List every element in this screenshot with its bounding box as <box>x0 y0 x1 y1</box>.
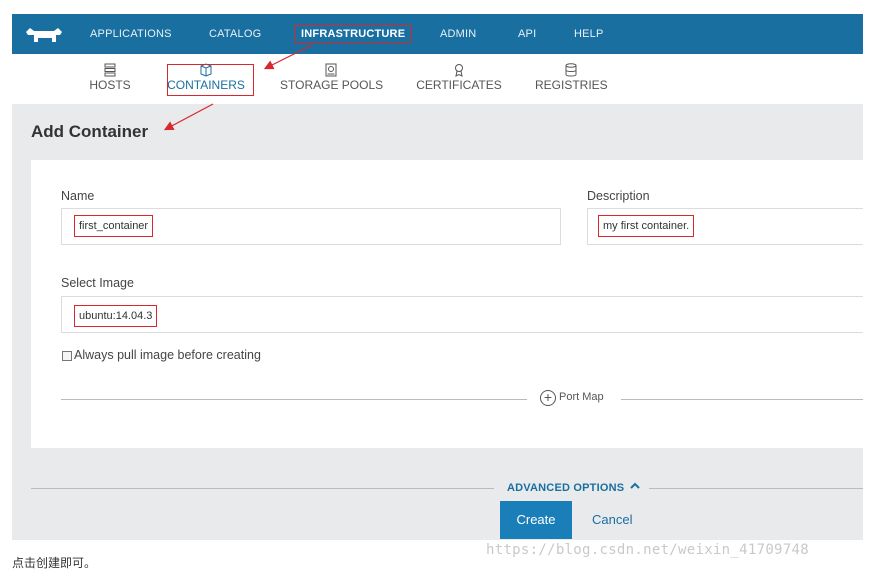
subnav-storage-pools[interactable]: STORAGE POOLS <box>280 62 384 98</box>
page-title: Add Container <box>31 122 149 141</box>
caption-text: 点击创建即可。 <box>12 556 97 569</box>
cancel-button[interactable]: Cancel <box>592 501 632 539</box>
nav-catalog[interactable]: CATALOG <box>209 14 261 54</box>
server-icon <box>104 63 116 77</box>
create-button[interactable]: Create <box>500 501 572 539</box>
annotation-box <box>167 64 254 96</box>
divider <box>61 399 527 400</box>
top-nav: APPLICATIONS CATALOG INFRASTRUCTURE ADMI… <box>12 14 863 54</box>
nav-applications[interactable]: APPLICATIONS <box>90 14 172 54</box>
image-input[interactable]: ubuntu:14.04.3 <box>61 296 863 333</box>
subnav-certificates[interactable]: CERTIFICATES <box>415 62 503 98</box>
subnav-label: REGISTRIES <box>535 78 608 92</box>
nav-api[interactable]: API <box>518 14 536 54</box>
subnav-hosts[interactable]: HOSTS <box>88 62 132 98</box>
subnav-registries[interactable]: REGISTRIES <box>535 62 608 98</box>
chevron-up-icon[interactable] <box>629 480 641 492</box>
description-value: my first container. <box>598 215 695 237</box>
subnav-label: STORAGE POOLS <box>280 78 384 92</box>
content-area: Add Container Name first_container Descr… <box>12 104 863 540</box>
description-label: Description <box>587 189 650 203</box>
rancher-logo-icon[interactable] <box>24 26 64 44</box>
database-icon <box>565 63 577 77</box>
always-pull-label: Always pull image before creating <box>74 348 261 362</box>
watermark-text: https://blog.csdn.net/weixin_41709748 <box>486 542 809 558</box>
name-label: Name <box>61 189 95 203</box>
select-image-label: Select Image <box>61 276 134 290</box>
subnav-label: CERTIFICATES <box>416 78 502 92</box>
sub-nav: HOSTS CONTAINERS STORAGE POOLS CERTIFICA… <box>12 54 863 104</box>
nav-help[interactable]: HELP <box>574 14 604 54</box>
name-value: first_container <box>74 215 154 237</box>
app-window: APPLICATIONS CATALOG INFRASTRUCTURE ADMI… <box>12 14 863 540</box>
add-circle-icon[interactable]: + <box>540 390 556 406</box>
advanced-options-toggle[interactable]: ADVANCED OPTIONS <box>507 482 624 494</box>
name-input[interactable]: first_container <box>61 208 561 245</box>
description-input[interactable]: my first container. <box>587 208 863 245</box>
certificate-icon <box>455 64 463 77</box>
add-container-form: Name first_container Description my firs… <box>31 160 863 448</box>
nav-admin[interactable]: ADMIN <box>440 14 476 54</box>
storage-icon <box>325 63 337 77</box>
divider <box>31 488 494 489</box>
divider <box>621 399 863 400</box>
annotation-box <box>294 25 411 43</box>
subnav-label: HOSTS <box>89 78 131 92</box>
image-value: ubuntu:14.04.3 <box>74 305 158 327</box>
port-map-button[interactable]: Port Map <box>559 391 604 403</box>
always-pull-checkbox[interactable] <box>62 351 72 361</box>
divider <box>649 488 863 489</box>
